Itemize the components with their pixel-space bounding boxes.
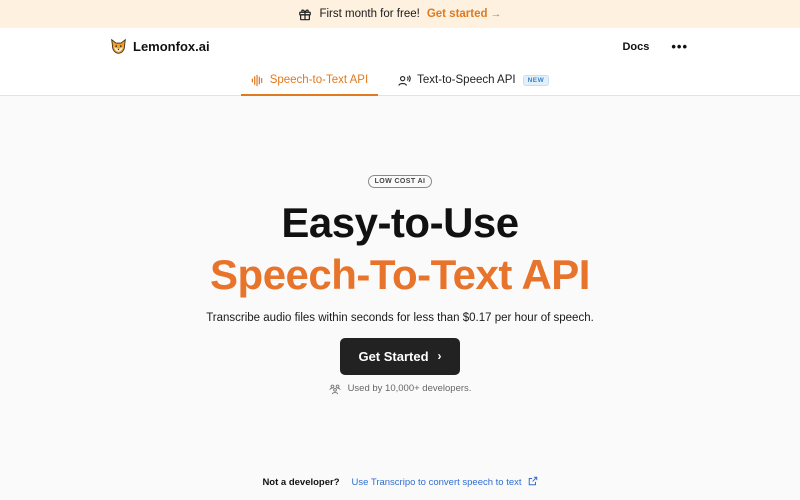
get-started-label: Get Started [358,348,429,364]
tab-text-to-speech-label: Text-to-Speech API [417,74,516,86]
gift-icon [298,7,312,21]
tab-speech-to-text[interactable]: Speech-to-Text API [240,65,379,96]
docs-link[interactable]: Docs [622,41,649,53]
promo-banner: First month for free! Get started → [0,0,800,28]
product-tabs: Speech-to-Text API Text-to-Speech API NE… [0,65,800,96]
tab-speech-to-text-label: Speech-to-Text API [269,74,369,86]
transcripo-link[interactable]: Use Transcripo to convert speech to text [352,476,538,489]
fox-logo-icon [110,38,127,55]
used-by-text: Used by 10,000+ developers. [347,383,472,395]
transcripo-link-label: Use Transcripo to convert speech to text [351,477,522,488]
brand-link[interactable]: Lemonfox.ai [110,38,210,55]
not-developer-text: Not a developer? [262,477,340,488]
low-cost-pill: LOW COST AI [367,175,433,188]
promo-cta-label: Get started [426,8,488,20]
tab-text-to-speech[interactable]: Text-to-Speech API NEW [388,65,559,95]
audio-wave-icon [251,74,264,87]
chevron-right-icon: › [437,349,442,364]
hero-subtitle: Transcribe audio files within seconds fo… [206,311,594,324]
speaking-person-icon [398,74,411,87]
promo-get-started-link[interactable]: Get started → [427,8,502,20]
users-icon [328,383,341,395]
get-started-button[interactable]: Get Started › [340,337,460,375]
hero-section: LOW COST AI Easy-to-Use Speech-To-Text A… [0,175,800,395]
hero-title-line1: Easy-to-Use [281,199,519,246]
promo-text: First month for free! [319,8,420,20]
more-menu-icon[interactable]: ••• [671,40,688,53]
new-badge: NEW [522,74,550,86]
brand-name: Lemonfox.ai [133,39,210,54]
used-by-row: Used by 10,000+ developers. [328,383,472,395]
external-link-icon [528,476,538,489]
header-right-nav: Docs ••• [622,40,688,53]
arrow-right-icon: → [490,8,502,20]
top-navigation: Lemonfox.ai Docs ••• [0,28,800,65]
footer-callout: Not a developer? Use Transcripo to conve… [0,476,800,489]
hero-title-line2: Speech-To-Text API [210,251,590,299]
